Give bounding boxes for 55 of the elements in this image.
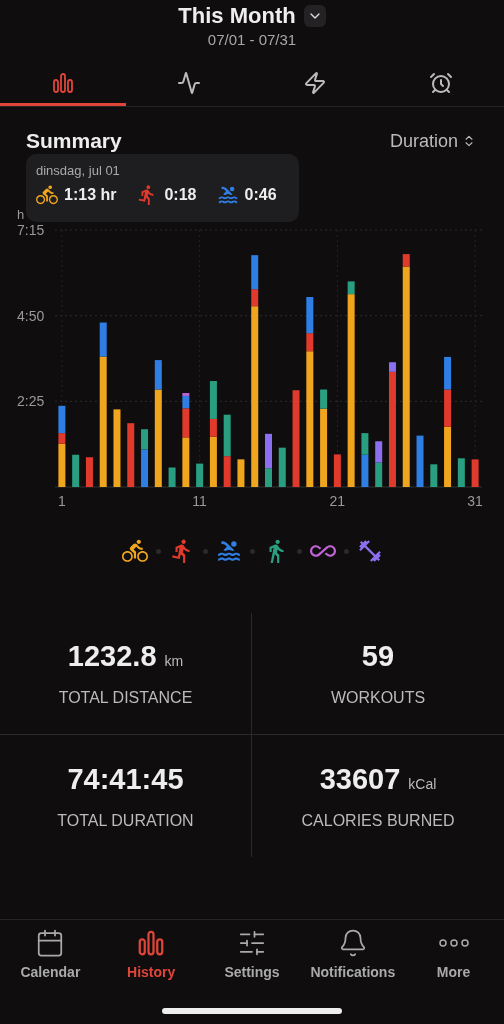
date-range: 07/01 - 07/31 — [207, 31, 297, 48]
chart-bar — [278, 447, 286, 487]
tooltip-date: dinsdag, jul 01 — [36, 163, 121, 178]
stat-label: TOTAL DURATION — [57, 811, 194, 830]
dropdown-button[interactable] — [303, 5, 326, 27]
chart-bar — [457, 458, 465, 487]
bike-icon — [36, 184, 58, 206]
section-title: Summary — [26, 129, 122, 153]
nav-item[interactable]: Settings — [201, 928, 303, 980]
axis-tick-label: 11 — [192, 493, 207, 509]
chart-bar — [196, 463, 204, 487]
stat-label: CALORIES BURNED — [301, 811, 455, 830]
axis-tick-label: 4:50 — [17, 307, 45, 324]
axis-tick-label: 1 — [58, 493, 66, 509]
stat-label: TOTAL DISTANCE — [58, 689, 193, 707]
axis-tick-label: 21 — [329, 493, 346, 509]
stat-unit: kCal — [408, 775, 437, 792]
nav-item[interactable]: More — [403, 928, 504, 980]
swimmer-icon — [216, 184, 239, 206]
swimmer-icon — [215, 538, 242, 564]
pulse-icon — [177, 70, 201, 95]
nav-item[interactable]: Calendar — [0, 928, 101, 980]
axis-tick-label: 7:15 — [17, 222, 45, 238]
chart-bar — [416, 435, 424, 487]
more-icon — [438, 939, 469, 947]
chart-bar — [430, 464, 438, 487]
stat-unit: km — [164, 653, 184, 669]
bike-icon — [121, 538, 148, 564]
tooltip-value: 1:13 hr — [64, 186, 117, 204]
stat-value: 59 — [361, 640, 395, 673]
lightning-icon — [303, 70, 327, 95]
axis-tick-label: 2:25 — [17, 393, 45, 410]
stat-label: WORKOUTS — [330, 689, 426, 707]
chart-bar — [333, 454, 341, 487]
stat-value: 1232.8 — [67, 640, 157, 673]
axis-label: h — [17, 207, 25, 222]
axis-tick-label: 31 — [467, 493, 483, 509]
chart-bar — [471, 459, 479, 487]
tooltip-value: 0:46 — [244, 186, 277, 204]
sort-button[interactable]: Duration — [389, 130, 476, 152]
tooltip-value: 0:18 — [164, 186, 197, 204]
chart-bar — [168, 467, 176, 487]
dumbbell-icon — [356, 538, 383, 564]
chart-bar — [85, 457, 93, 487]
settings-icon — [237, 928, 267, 958]
stat-value: 74:41:45 — [67, 762, 184, 796]
stat-value: 33607 — [319, 762, 401, 796]
chart-bar — [237, 459, 245, 487]
nav-item[interactable]: Notifications — [302, 928, 404, 980]
bar-chart-icon — [51, 70, 75, 95]
nav-item[interactable]: History — [100, 928, 202, 980]
page-title: This Month — [178, 3, 296, 29]
chart-bar — [72, 454, 80, 487]
alarm-clock-icon — [429, 70, 453, 95]
chart-bar — [127, 423, 135, 487]
